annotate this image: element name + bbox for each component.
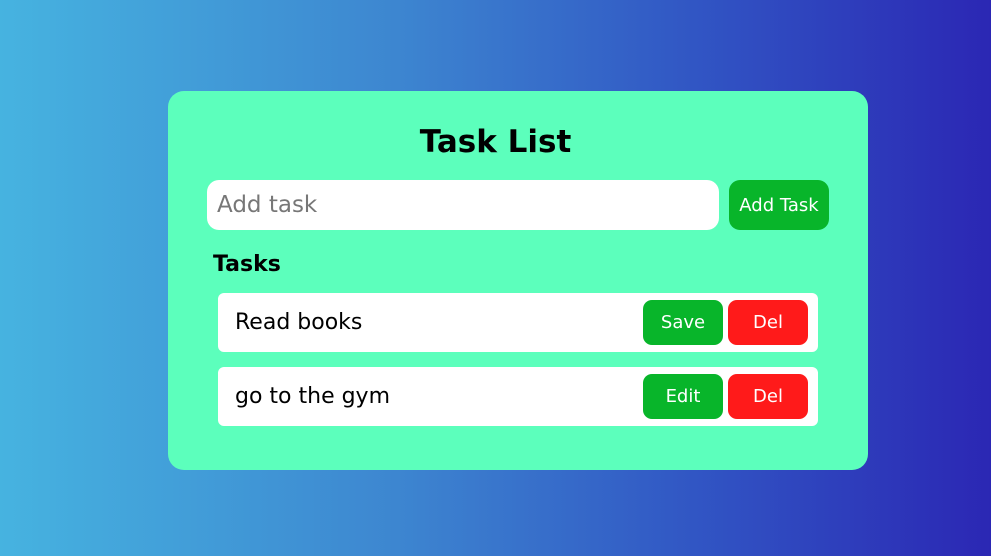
delete-button[interactable]: Del [728, 374, 808, 419]
add-task-input[interactable] [207, 180, 719, 230]
tasks-heading: Tasks [213, 252, 281, 277]
task-text: Read books [235, 310, 363, 335]
page-title: Task List [419, 124, 572, 160]
delete-button[interactable]: Del [728, 300, 808, 345]
task-row: Read books Save Del [218, 293, 818, 352]
save-button[interactable]: Save [643, 300, 723, 345]
edit-button[interactable]: Edit [643, 374, 723, 419]
add-task-button[interactable]: Add Task [729, 180, 829, 230]
task-text: go to the gym [235, 384, 391, 409]
task-row: go to the gym Edit Del [218, 367, 818, 426]
